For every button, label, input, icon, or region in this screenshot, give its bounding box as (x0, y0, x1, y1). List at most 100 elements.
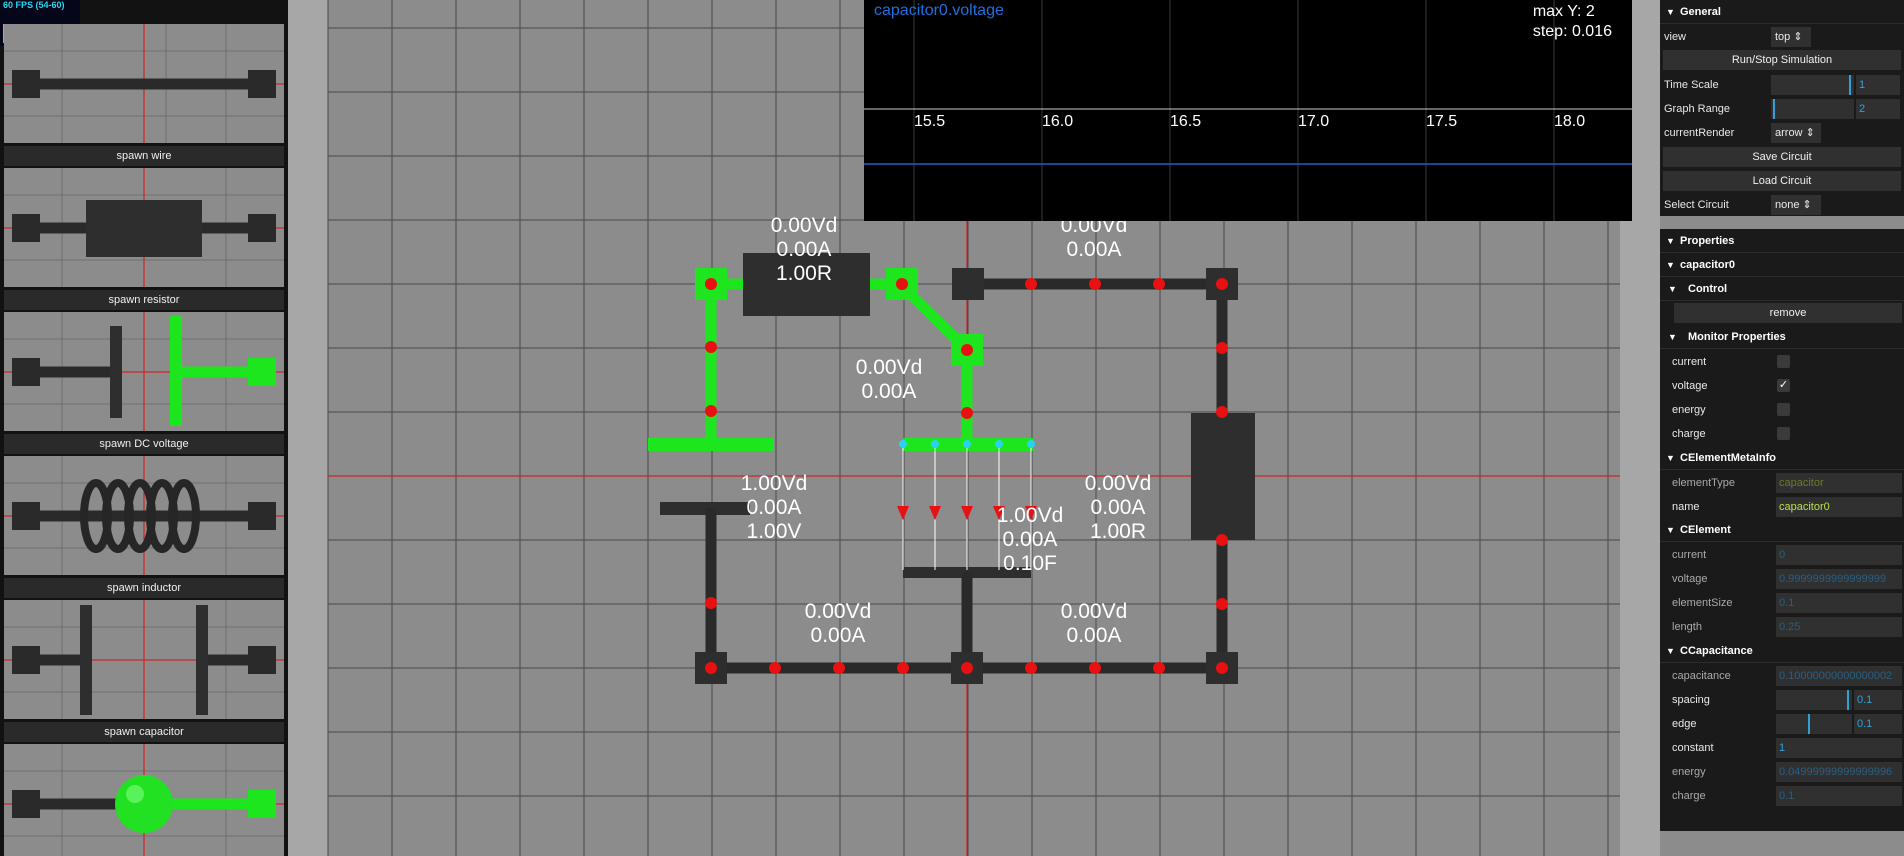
monitor-current-checkbox[interactable] (1777, 355, 1790, 368)
current-node (1216, 342, 1228, 354)
constant-field[interactable]: 1 (1776, 738, 1902, 758)
spawn-dc-voltage-button[interactable]: spawn DC voltage (4, 434, 284, 454)
chevron-down-icon: ▼ (1666, 646, 1675, 656)
current-node (1025, 278, 1037, 290)
graph-tick: 16.5 (1170, 113, 1202, 130)
chevron-down-icon: ▼ (1666, 7, 1675, 17)
monitor-voltage-checkbox[interactable]: ✓ (1777, 379, 1790, 392)
general-folder: ▼ General view top ⇕ Run/Stop Simulation … (1660, 0, 1904, 216)
wire-icon (4, 24, 284, 143)
current-node (1216, 662, 1228, 674)
fps-text: 60 FPS (54-60) (3, 0, 65, 10)
ccapacitance-folder-title[interactable]: ▼ CCapacitance (1660, 639, 1904, 663)
spawn-dc-voltage-tile[interactable] (4, 312, 284, 431)
current-node (1216, 278, 1228, 290)
spawn-wire-tile[interactable] (4, 24, 284, 143)
label-wire-diag: 0.00Vd 0.00A (855, 356, 923, 403)
graph-canvas (864, 0, 1632, 221)
graph-tick: 18.0 (1554, 113, 1586, 130)
remove-button[interactable]: remove (1674, 303, 1902, 323)
spawn-capacitor-button[interactable]: spawn capacitor (4, 722, 284, 742)
voltage-graph: capacitor0.voltage max Y: 2 step: 0.016 … (864, 0, 1632, 221)
spawn-inductor-button[interactable]: spawn inductor (4, 578, 284, 598)
spawn-resistor-tile[interactable] (4, 168, 284, 287)
current-node (1216, 534, 1228, 546)
monitor-energy-row: energy (1660, 398, 1904, 422)
spacing-input[interactable]: 0.1 (1854, 690, 1902, 710)
current-node (705, 405, 717, 417)
current-render-select[interactable]: arrow ⇕ (1771, 123, 1821, 143)
save-circuit-button[interactable]: Save Circuit (1663, 147, 1901, 167)
spacing-slider[interactable] (1776, 690, 1852, 710)
spawn-probe-tile[interactable] (4, 744, 284, 856)
capacitance-row: capacitance 0.10000000000000002 (1660, 664, 1904, 688)
label-wire-bottom-left: 0.00Vd 0.00A (804, 600, 872, 647)
monitor-current-row: current (1660, 350, 1904, 374)
name-row: name capacitor0 (1660, 495, 1904, 519)
properties-folder-title[interactable]: ▼ Properties (1660, 229, 1904, 253)
graph-tick: 17.0 (1298, 113, 1330, 130)
app-stage: 60 FPS (54-60) spawn wire spawn resistor… (0, 0, 1904, 856)
graph-range-slider[interactable] (1771, 99, 1854, 119)
graph-range-input[interactable]: 2 (1856, 99, 1900, 119)
terminal[interactable] (952, 268, 984, 300)
current-node (705, 662, 717, 674)
dc-source-plate-green[interactable] (648, 438, 774, 451)
select-circuit-select[interactable]: none ⇕ (1771, 195, 1821, 215)
edge-slider[interactable] (1776, 714, 1852, 734)
current-node (1089, 278, 1101, 290)
graph-tick: 17.5 (1426, 113, 1458, 130)
spawn-wire-button[interactable]: spawn wire (4, 146, 284, 166)
circuit-viewport[interactable]: 0.00Vd 0.00A 1.00R 0.00Vd 0.00A 0.00Vd 0.00A… (288, 0, 1660, 856)
spacing-row: spacing 0.1 (1660, 688, 1904, 712)
spawn-inductor-tile[interactable] (4, 456, 284, 575)
current-node (705, 597, 717, 609)
controls-panel: ▼ General view top ⇕ Run/Stop Simulation … (1660, 0, 1904, 856)
energy-field: 0.04999999999999996 (1776, 762, 1902, 782)
spawn-capacitor-tile[interactable] (4, 600, 284, 719)
control-folder-title[interactable]: ▼ Control (1660, 277, 1904, 301)
label-resistor-top: 0.00Vd 0.00A 1.00R (770, 214, 838, 285)
current-node (961, 344, 973, 356)
component-palette: 60 FPS (54-60) spawn wire spawn resistor… (0, 0, 288, 856)
monitor-charge-checkbox[interactable] (1777, 427, 1790, 440)
edge-input[interactable]: 0.1 (1854, 714, 1902, 734)
charge-row: charge 0.1 (1660, 784, 1904, 808)
time-scale-input[interactable]: 1 (1856, 75, 1900, 95)
current-node (1089, 662, 1101, 674)
chevron-down-icon: ▼ (1668, 284, 1677, 294)
monitor-charge-row: charge (1660, 422, 1904, 446)
time-scale-slider[interactable] (1771, 75, 1854, 95)
slider-thumb (1847, 690, 1849, 710)
monitor-voltage-row: voltage ✓ (1672, 379, 1790, 392)
celement-folder-title[interactable]: ▼ CElement (1660, 518, 1904, 542)
constant-row: constant 1 (1660, 736, 1904, 760)
view-row: view top ⇕ (1660, 25, 1904, 49)
general-folder-title[interactable]: ▼ General (1660, 0, 1904, 24)
current-node (1216, 598, 1228, 610)
monitor-energy-checkbox[interactable] (1777, 403, 1790, 416)
meta-folder-title[interactable]: ▼ CElementMetaInfo (1660, 446, 1904, 470)
label-wire-top-right: 0.00Vd 0.00A (1060, 214, 1128, 261)
chevron-down-icon: ▼ (1666, 236, 1675, 246)
edge-row: edge 0.1 (1660, 712, 1904, 736)
slider-thumb (1773, 99, 1775, 119)
inductor-icon (4, 456, 284, 575)
view-select[interactable]: top ⇕ (1771, 27, 1811, 47)
name-field[interactable]: capacitor0 (1776, 497, 1902, 517)
probe-icon (4, 744, 284, 856)
current-node (769, 662, 781, 674)
length-row: length 0.25 (1660, 615, 1904, 639)
chevron-down-icon: ▼ (1666, 525, 1675, 535)
monitor-folder-title[interactable]: ▼ Monitor Properties (1660, 325, 1904, 349)
resistor-right-body[interactable] (1191, 413, 1255, 540)
label-resistor-right: 0.00Vd 0.00A 1.00R (1084, 472, 1152, 543)
load-circuit-button[interactable]: Load Circuit (1663, 171, 1901, 191)
element-size-field: 0.1 (1776, 593, 1902, 613)
element-folder-title[interactable]: ▼ capacitor0 (1660, 253, 1904, 277)
label-wire-bottom-right: 0.00Vd 0.00A (1060, 600, 1128, 647)
spawn-resistor-button[interactable]: spawn resistor (4, 290, 284, 310)
chevron-down-icon: ▼ (1666, 453, 1675, 463)
run-stop-button[interactable]: Run/Stop Simulation (1663, 50, 1901, 70)
slider-thumb (1808, 714, 1810, 734)
